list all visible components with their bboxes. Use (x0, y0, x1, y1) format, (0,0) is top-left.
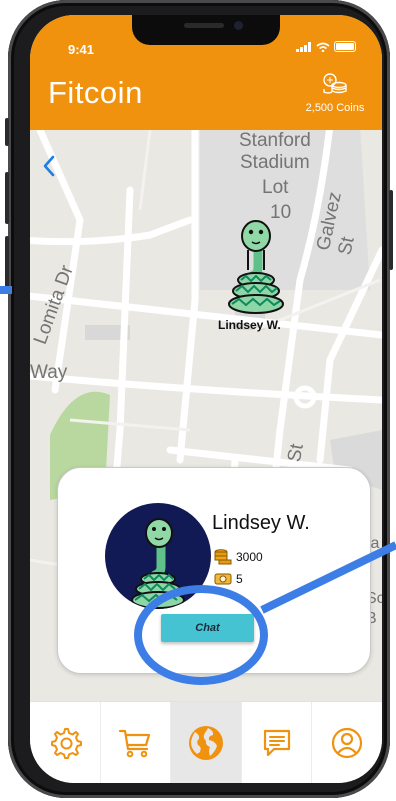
status-icons (296, 41, 356, 52)
tab-bar (30, 701, 382, 783)
globe-icon (188, 726, 223, 760)
tab-messages[interactable] (242, 702, 313, 783)
notch (132, 15, 280, 45)
profile-card: Lindsey W. 3000 5 Chat (57, 467, 371, 674)
person-icon (332, 727, 363, 759)
front-camera (234, 21, 243, 30)
user-map-pin[interactable] (226, 218, 286, 323)
screen: 9:41 Fitcoin 2,500 Coins Stanford Stadiu… (30, 15, 382, 783)
tab-settings[interactable] (30, 702, 101, 783)
mute-switch (5, 118, 9, 146)
cart-icon (119, 729, 151, 758)
status-time: 9:41 (68, 42, 95, 57)
power-button (389, 190, 393, 270)
map-pin-label: Lindsey W. (218, 318, 281, 332)
chat-icon (263, 729, 290, 757)
profile-name: Lindsey W. (212, 512, 310, 534)
phone-frame: 9:41 Fitcoin 2,500 Coins Stanford Stadiu… (5, 0, 393, 798)
battery-icon (334, 41, 356, 52)
tab-profile[interactable] (312, 702, 382, 783)
coin-balance[interactable]: 2,500 Coins (298, 72, 372, 114)
map-label-st: St (284, 442, 308, 464)
coins-icon (323, 73, 347, 94)
avatar (105, 503, 211, 609)
gear-icon (50, 728, 82, 759)
map-label-way: Way (30, 362, 68, 383)
steps-stat: 5 (214, 572, 243, 586)
snake-avatar-icon (228, 220, 284, 314)
speaker (184, 23, 224, 28)
coin-balance-label: 2,500 Coins (305, 102, 365, 114)
coin-stack-icon (214, 549, 232, 565)
signal-icon (296, 41, 311, 52)
coins-stat: 3000 (214, 548, 263, 566)
chat-button[interactable]: Chat (161, 614, 254, 642)
back-button[interactable] (42, 153, 56, 184)
snake-avatar-icon (131, 518, 185, 609)
coins-value: 3000 (236, 550, 263, 564)
tab-map[interactable] (171, 702, 242, 783)
map-label-stadium: Stadium (240, 152, 310, 173)
steps-icon (214, 573, 232, 585)
volume-down-button (5, 236, 9, 288)
map-label-stanford: Stanford (239, 130, 311, 151)
map-label-lot: Lot (262, 177, 289, 198)
wifi-icon (316, 42, 330, 52)
app-title: Fitcoin (48, 75, 143, 110)
chevron-left-icon (43, 155, 55, 177)
volume-up-button (5, 172, 9, 224)
steps-value: 5 (236, 572, 243, 586)
tab-shop[interactable] (101, 702, 172, 783)
